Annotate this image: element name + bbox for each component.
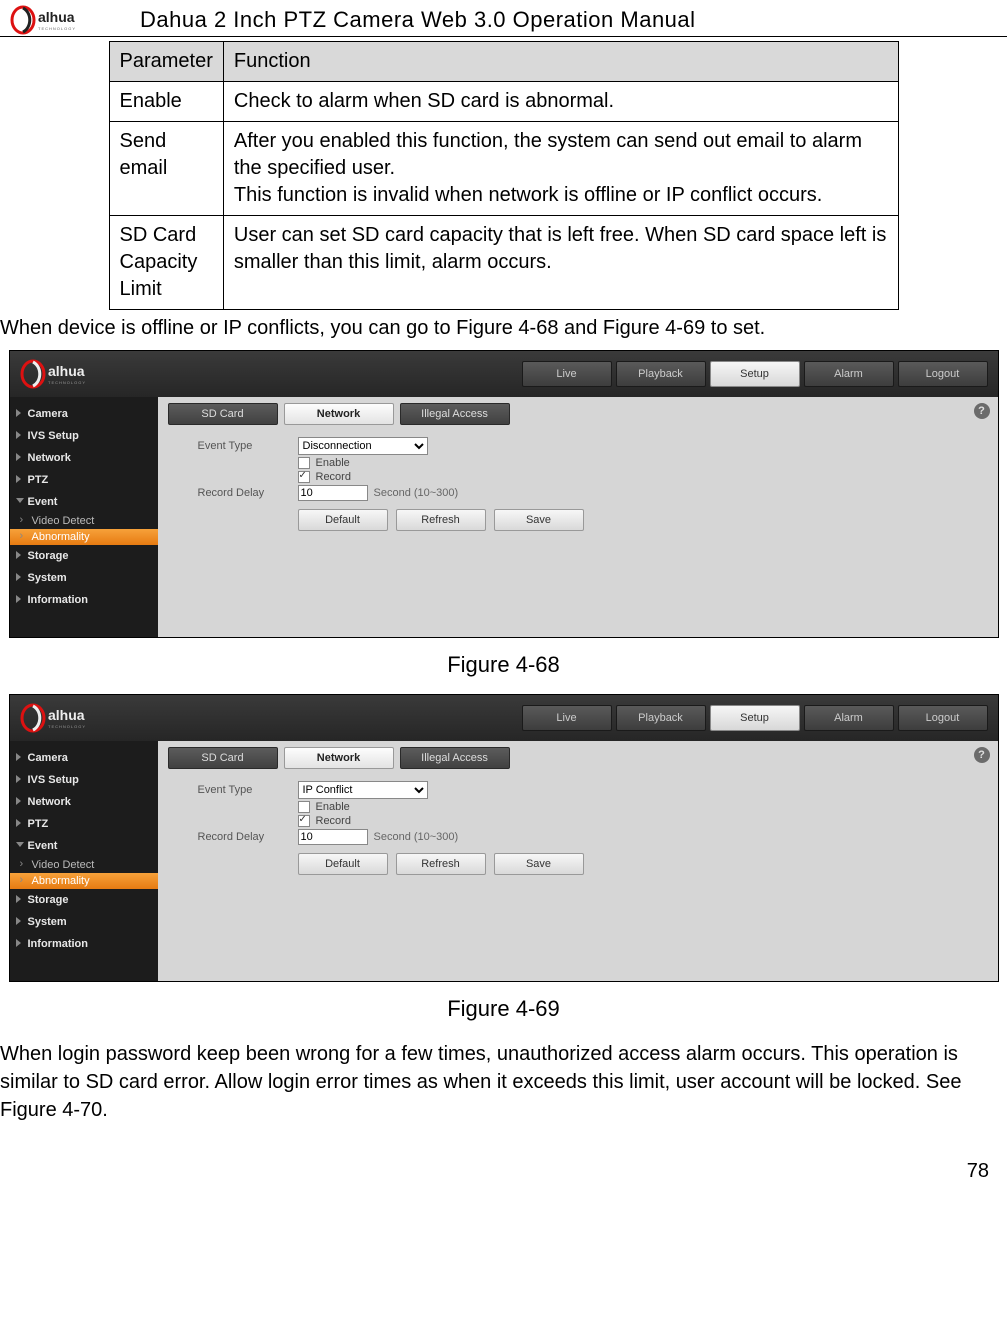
td-func-sdlimit: User can set SD card capacity that is le…: [223, 216, 898, 310]
td-param-sdlimit: SD Card Capacity Limit: [109, 216, 223, 310]
topnav-alarm[interactable]: Alarm: [804, 705, 894, 731]
sidebar-sub-videodetect[interactable]: Video Detect: [10, 857, 158, 873]
sidebar-item-network[interactable]: Network: [10, 791, 158, 813]
topnav-setup[interactable]: Setup: [710, 705, 800, 731]
td-param-sendemail: Send email: [109, 122, 223, 216]
dahua-logo-small: alhua TECHNOLOGY: [20, 358, 120, 390]
sidebar-item-camera[interactable]: Camera: [10, 747, 158, 769]
doc-title: Dahua 2 Inch PTZ Camera Web 3.0 Operatio…: [140, 7, 696, 33]
parameter-table: Parameter Function Enable Check to alarm…: [109, 41, 899, 310]
sidebar-item-event[interactable]: Event: [10, 835, 158, 857]
label-record: Record: [316, 471, 351, 483]
sidebar-item-storage[interactable]: Storage: [10, 545, 158, 567]
input-record-delay[interactable]: [298, 485, 368, 501]
help-icon[interactable]: ?: [974, 747, 990, 763]
sidebar-item-ivs[interactable]: IVS Setup: [10, 425, 158, 447]
topnav-live[interactable]: Live: [522, 705, 612, 731]
svg-text:TECHNOLOGY: TECHNOLOGY: [48, 380, 86, 385]
button-save[interactable]: Save: [494, 853, 584, 875]
help-icon[interactable]: ?: [974, 403, 990, 419]
topnav-logout[interactable]: Logout: [898, 361, 988, 387]
subtab-network[interactable]: Network: [284, 747, 394, 769]
label-record: Record: [316, 815, 351, 827]
checkbox-record[interactable]: [298, 471, 310, 483]
dahua-logo: alhua TECHNOLOGY: [10, 4, 110, 36]
label-record-delay: Record Delay: [198, 831, 298, 843]
checkbox-enable[interactable]: [298, 457, 310, 469]
topnav-playback[interactable]: Playback: [616, 361, 706, 387]
svg-text:alhua: alhua: [48, 707, 85, 723]
screenshot-fig-4-68: alhua TECHNOLOGY Live Playback Setup Ala…: [9, 350, 999, 638]
checkbox-enable[interactable]: [298, 801, 310, 813]
sidebar-item-system[interactable]: System: [10, 911, 158, 933]
doc-header: alhua TECHNOLOGY Dahua 2 Inch PTZ Camera…: [0, 0, 1007, 37]
label-enable: Enable: [316, 801, 350, 813]
input-record-delay[interactable]: [298, 829, 368, 845]
hint-record-delay: Second (10~300): [374, 831, 459, 843]
topnav-live[interactable]: Live: [522, 361, 612, 387]
sidebar-item-event[interactable]: Event: [10, 491, 158, 513]
sidebar-item-system[interactable]: System: [10, 567, 158, 589]
sidebar-item-information[interactable]: Information: [10, 589, 158, 611]
caption-fig-4-69: Figure 4-69: [0, 982, 1007, 1036]
select-event-type[interactable]: Disconnection: [298, 437, 428, 455]
svg-text:alhua: alhua: [38, 9, 75, 25]
sidebar: Camera IVS Setup Network PTZ Event Video…: [10, 741, 158, 981]
caption-fig-4-68: Figure 4-68: [0, 638, 1007, 692]
topnav-alarm[interactable]: Alarm: [804, 361, 894, 387]
topnav-logout[interactable]: Logout: [898, 705, 988, 731]
button-default[interactable]: Default: [298, 509, 388, 531]
label-event-type: Event Type: [198, 784, 298, 796]
hint-record-delay: Second (10~300): [374, 487, 459, 499]
sidebar-item-ptz[interactable]: PTZ: [10, 813, 158, 835]
sidebar-sub-abnormality[interactable]: Abnormality: [10, 529, 158, 545]
svg-text:TECHNOLOGY: TECHNOLOGY: [48, 724, 86, 729]
sidebar-item-camera[interactable]: Camera: [10, 403, 158, 425]
td-param-enable: Enable: [109, 82, 223, 122]
th-function: Function: [223, 42, 898, 82]
subtab-illegalaccess[interactable]: Illegal Access: [400, 403, 510, 425]
td-func-enable: Check to alarm when SD card is abnormal.: [223, 82, 898, 122]
topnav-playback[interactable]: Playback: [616, 705, 706, 731]
svg-text:alhua: alhua: [48, 363, 85, 379]
sidebar-sub-videodetect[interactable]: Video Detect: [10, 513, 158, 529]
button-save[interactable]: Save: [494, 509, 584, 531]
sidebar: Camera IVS Setup Network PTZ Event Video…: [10, 397, 158, 637]
svg-text:TECHNOLOGY: TECHNOLOGY: [38, 26, 76, 31]
sidebar-item-ivs[interactable]: IVS Setup: [10, 769, 158, 791]
label-record-delay: Record Delay: [198, 487, 298, 499]
screenshot-fig-4-69: alhua TECHNOLOGY Live Playback Setup Ala…: [9, 694, 999, 982]
sidebar-item-storage[interactable]: Storage: [10, 889, 158, 911]
button-default[interactable]: Default: [298, 853, 388, 875]
subtab-network[interactable]: Network: [284, 403, 394, 425]
label-enable: Enable: [316, 457, 350, 469]
sidebar-item-network[interactable]: Network: [10, 447, 158, 469]
td-func-sendemail: After you enabled this function, the sys…: [223, 122, 898, 216]
topnav-setup[interactable]: Setup: [710, 361, 800, 387]
page-number: 78: [0, 1130, 1007, 1193]
select-event-type[interactable]: IP Conflict: [298, 781, 428, 799]
dahua-logo-small: alhua TECHNOLOGY: [20, 702, 120, 734]
checkbox-record[interactable]: [298, 815, 310, 827]
intro-text: When device is offline or IP conflicts, …: [0, 310, 1007, 348]
subtab-sdcard[interactable]: SD Card: [168, 403, 278, 425]
outro-text: When login password keep been wrong for …: [0, 1036, 1007, 1130]
button-refresh[interactable]: Refresh: [396, 509, 486, 531]
subtab-illegalaccess[interactable]: Illegal Access: [400, 747, 510, 769]
sidebar-item-information[interactable]: Information: [10, 933, 158, 955]
sidebar-sub-abnormality[interactable]: Abnormality: [10, 873, 158, 889]
th-parameter: Parameter: [109, 42, 223, 82]
sidebar-item-ptz[interactable]: PTZ: [10, 469, 158, 491]
subtab-sdcard[interactable]: SD Card: [168, 747, 278, 769]
label-event-type: Event Type: [198, 440, 298, 452]
button-refresh[interactable]: Refresh: [396, 853, 486, 875]
